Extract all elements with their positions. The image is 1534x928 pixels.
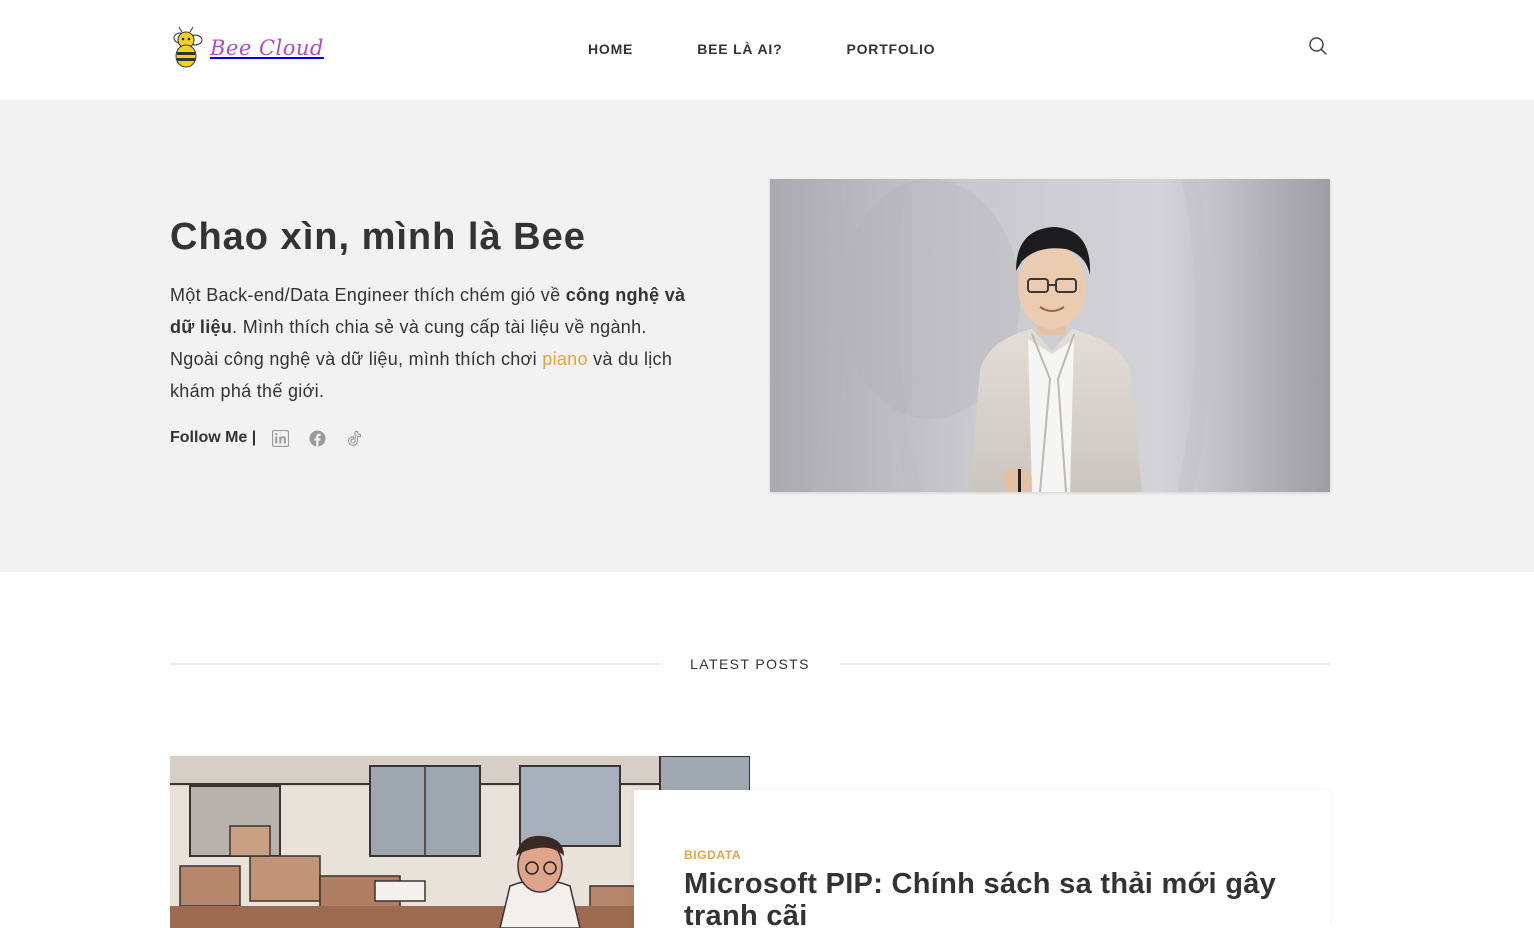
site-logo[interactable]: Bee Cloud [170,26,324,70]
nav-home[interactable]: HOME [588,41,633,57]
post-category[interactable]: BIGDATA [684,848,741,862]
follow-label: Follow Me | [170,429,257,446]
hero-section: Chao xìn, mình là Bee Một Back-end/Data … [0,99,1534,572]
nav-portfolio[interactable]: PORTFOLIO [846,41,935,57]
hero-description: Một Back-end/Data Engineer thích chém gi… [170,285,686,401]
site-header: Bee Cloud HOME BEE LÀ AI? PORTFOLIO [0,0,1534,99]
social-links [272,429,363,447]
tiktok-icon[interactable] [346,430,363,447]
facebook-icon[interactable] [309,430,326,447]
hero-name: Bee [513,216,586,258]
latest-posts-heading: LATEST POSTS [170,654,1330,674]
hero-title: Chao xìn, mình là Bee [170,216,586,258]
profile-photo [770,179,1330,492]
bee-logo-icon [173,26,203,68]
nav-bee-la-ai[interactable]: BEE LÀ AI? [697,41,782,57]
divider-right [840,663,1330,665]
search-icon[interactable] [1308,36,1328,56]
post-card[interactable]: BIGDATA Microsoft PIP: Chính sách sa thả… [634,790,1330,928]
profile-photo-image [770,179,1330,492]
logo-text: Bee Cloud [210,36,324,60]
main-nav: HOME BEE LÀ AI? PORTFOLIO [588,41,935,57]
post-title[interactable]: Microsoft PIP: Chính sách sa thải mới gâ… [684,868,1294,928]
linkedin-icon[interactable] [272,429,290,447]
piano-link[interactable]: piano [542,349,588,369]
follow-me: Follow Me | [170,429,363,447]
